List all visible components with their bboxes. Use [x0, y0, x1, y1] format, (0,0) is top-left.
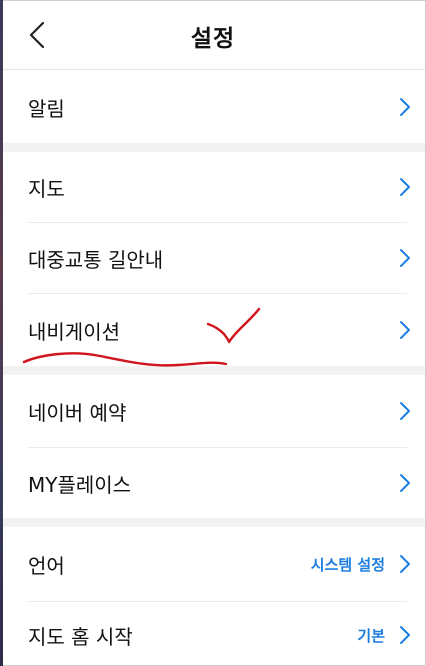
chevron-right-icon: [397, 473, 413, 493]
settings-item-label: 지도: [28, 176, 65, 201]
settings-screen: 설정 알림 지도 대중교통 길안내 내비게이션 네이버 예약 MY플레이스 언어…: [0, 0, 426, 666]
settings-item-map[interactable]: 지도: [1, 152, 425, 222]
settings-item-language[interactable]: 언어 시스템 설정: [1, 527, 425, 601]
settings-item-value: 시스템 설정: [310, 555, 385, 574]
chevron-right-icon: [397, 554, 413, 574]
settings-item-label: 알림: [28, 96, 65, 121]
window-edge: [0, 0, 3, 666]
chevron-right-icon: [397, 401, 413, 421]
settings-item-label: 언어: [28, 553, 65, 578]
settings-item-label: MY플레이스: [28, 472, 132, 497]
chevron-right-icon: [397, 177, 413, 197]
chevron-right-icon: [397, 320, 413, 340]
settings-item-value: 기본: [357, 626, 385, 645]
section-separator: [1, 143, 425, 152]
chevron-right-icon: [397, 97, 413, 117]
settings-item-my-place[interactable]: MY플레이스: [1, 448, 425, 518]
settings-item-map-home-start[interactable]: 지도 홈 시작 기본: [1, 602, 425, 665]
settings-item-naver-booking[interactable]: 네이버 예약: [1, 375, 425, 447]
chevron-right-icon: [397, 625, 413, 645]
settings-item-label: 지도 홈 시작: [28, 624, 133, 649]
chevron-right-icon: [397, 248, 413, 268]
settings-item-notifications[interactable]: 알림: [1, 71, 425, 143]
nav-header: 설정: [1, 1, 425, 70]
settings-item-transit-directions[interactable]: 대중교통 길안내: [1, 223, 425, 293]
section-separator: [1, 518, 425, 527]
settings-item-navigation[interactable]: 내비게이션: [1, 294, 425, 366]
settings-item-label: 네이버 예약: [28, 400, 127, 425]
settings-item-label: 내비게이션: [28, 319, 120, 344]
settings-item-label: 대중교통 길안내: [28, 247, 164, 272]
page-title: 설정: [190, 26, 236, 52]
section-separator: [1, 366, 425, 375]
